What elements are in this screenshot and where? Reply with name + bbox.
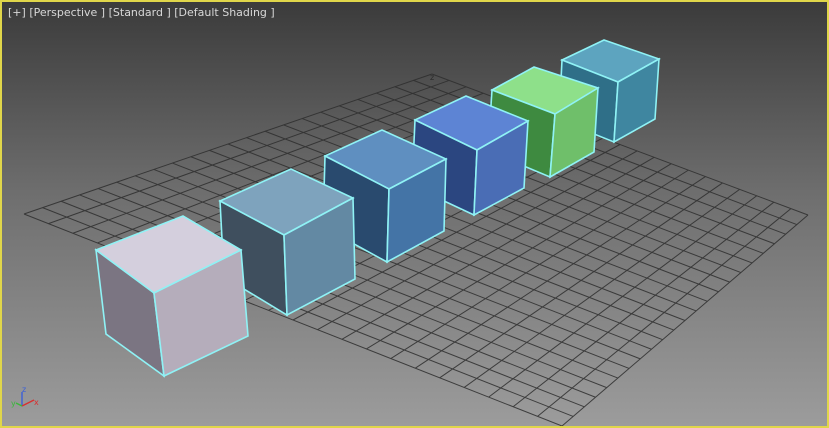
viewport-plus-menu[interactable]: [+] — [8, 6, 26, 19]
grid-line — [488, 195, 758, 398]
viewport-mode-menu[interactable]: [Standard ] — [109, 6, 171, 19]
viewport-shading-menu[interactable]: [Default Shading ] — [174, 6, 274, 19]
grid-line — [537, 208, 792, 417]
viewport-label-menu: [+] [Perspective ] [Standard ] [Default … — [8, 6, 275, 22]
axis-z-label: z — [22, 386, 26, 394]
perspective-viewport[interactable]: y x z — [0, 0, 829, 428]
grid-line — [512, 201, 775, 408]
axis-tripod-icon: z x y — [11, 386, 39, 408]
axis-y-label: y — [11, 399, 16, 408]
viewport-point-of-view-menu[interactable]: [Perspective ] — [29, 6, 105, 19]
grid-line — [439, 182, 723, 379]
axis-x-label: x — [34, 398, 39, 407]
scene-canvas[interactable]: y x z — [2, 2, 827, 426]
svg-text:z: z — [430, 73, 434, 82]
box-1[interactable] — [94, 215, 249, 378]
